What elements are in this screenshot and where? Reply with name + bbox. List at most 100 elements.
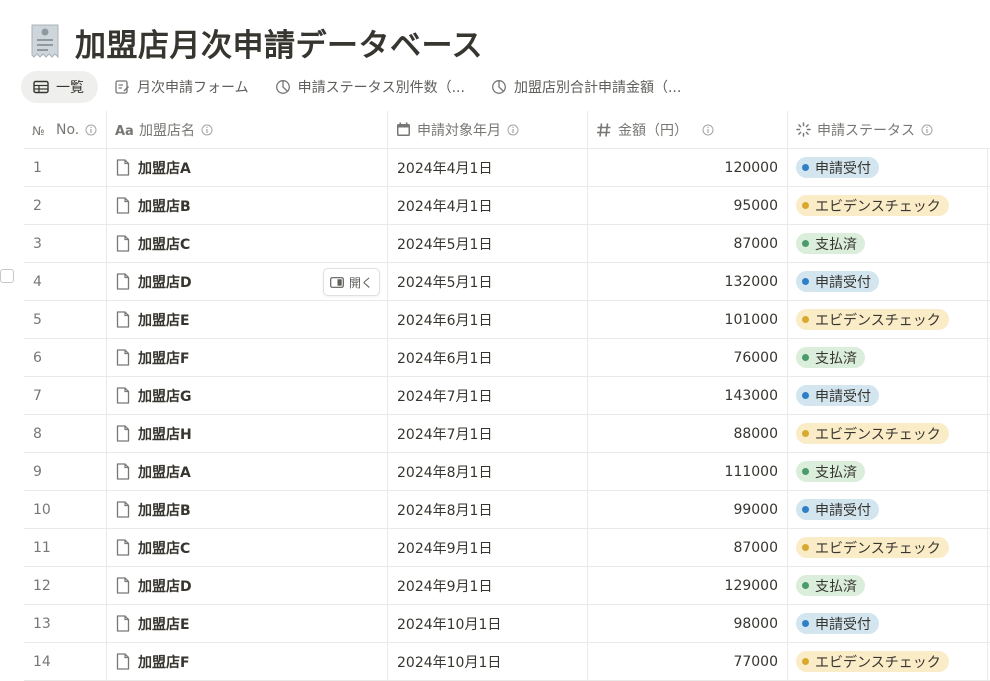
cell-status[interactable]: エビデンスチェック <box>788 643 988 680</box>
status-tag[interactable]: 申請受付 <box>796 499 879 520</box>
status-tag[interactable]: エビデンスチェック <box>796 309 949 330</box>
tab-monthly-form[interactable]: 月次申請フォーム <box>104 71 259 103</box>
cell-month[interactable]: 2024年9月1日 <box>388 529 588 566</box>
cell-status[interactable]: エビデンスチェック <box>788 529 988 566</box>
name-link[interactable]: 加盟店C <box>116 538 190 558</box>
name-link[interactable]: 加盟店A <box>116 158 191 178</box>
info-icon[interactable] <box>702 124 714 136</box>
status-tag[interactable]: エビデンスチェック <box>796 195 949 216</box>
cell-name[interactable]: 加盟店B <box>107 491 388 528</box>
status-tag[interactable]: エビデンスチェック <box>796 537 949 558</box>
cell-amount[interactable]: 129000 <box>588 567 788 604</box>
table-row[interactable]: 3 加盟店C 2024年5月1日 87000 支払済 <box>24 225 990 263</box>
status-tag[interactable]: 申請受付 <box>796 271 879 292</box>
status-tag[interactable]: 支払済 <box>796 575 865 596</box>
cell-no[interactable]: 11 <box>24 529 107 566</box>
table-row[interactable]: 4 加盟店D 開く 2024年5月1日 132000 申請受付 <box>24 263 990 301</box>
table-row[interactable]: 1 加盟店A 2024年4月1日 120000 申請受付 <box>24 149 990 187</box>
info-icon[interactable] <box>921 124 933 136</box>
name-link[interactable]: 加盟店D <box>116 576 192 596</box>
cell-amount[interactable]: 98000 <box>588 605 788 642</box>
cell-no[interactable]: 4 <box>24 263 107 300</box>
cell-status[interactable]: エビデンスチェック <box>788 187 988 224</box>
cell-month[interactable]: 2024年9月1日 <box>388 567 588 604</box>
status-tag[interactable]: 申請受付 <box>796 157 879 178</box>
cell-name[interactable]: 加盟店E <box>107 301 388 338</box>
column-header-status[interactable]: 申請ステータス <box>788 111 988 148</box>
table-row[interactable]: 6 加盟店F 2024年6月1日 76000 支払済 <box>24 339 990 377</box>
cell-status[interactable]: エビデンスチェック <box>788 301 988 338</box>
cell-month[interactable]: 2024年8月1日 <box>388 453 588 490</box>
name-link[interactable]: 加盟店E <box>116 614 190 634</box>
cell-name[interactable]: 加盟店D <box>107 567 388 604</box>
status-tag[interactable]: エビデンスチェック <box>796 651 949 672</box>
table-row[interactable]: 11 加盟店C 2024年9月1日 87000 エビデンスチェック <box>24 529 990 567</box>
cell-name[interactable]: 加盟店A <box>107 149 388 186</box>
tab-amount-by-store-chart[interactable]: 加盟店別合計申請金額（... <box>481 71 691 103</box>
cell-amount[interactable]: 95000 <box>588 187 788 224</box>
column-header-amount[interactable]: 金額（円） <box>588 111 788 148</box>
cell-no[interactable]: 12 <box>24 567 107 604</box>
column-header-no[interactable]: № No. <box>24 111 107 148</box>
cell-status[interactable]: 申請受付 <box>788 377 988 414</box>
cell-amount[interactable]: 111000 <box>588 453 788 490</box>
cell-month[interactable]: 2024年4月1日 <box>388 187 588 224</box>
table-row[interactable]: 9 加盟店A 2024年8月1日 111000 支払済 <box>24 453 990 491</box>
status-tag[interactable]: 支払済 <box>796 461 865 482</box>
cell-no[interactable]: 13 <box>24 605 107 642</box>
cell-name[interactable]: 加盟店A <box>107 453 388 490</box>
cell-name[interactable]: 加盟店C <box>107 225 388 262</box>
name-link[interactable]: 加盟店F <box>116 348 190 368</box>
table-row[interactable]: 7 加盟店G 2024年7月1日 143000 申請受付 <box>24 377 990 415</box>
info-icon[interactable] <box>507 124 519 136</box>
table-row[interactable]: 10 加盟店B 2024年8月1日 99000 申請受付 <box>24 491 990 529</box>
receipt-page-icon[interactable] <box>28 23 62 61</box>
cell-name[interactable]: 加盟店F <box>107 339 388 376</box>
name-link[interactable]: 加盟店F <box>116 652 190 672</box>
cell-status[interactable]: 申請受付 <box>788 491 988 528</box>
cell-amount[interactable]: 101000 <box>588 301 788 338</box>
cell-month[interactable]: 2024年7月1日 <box>388 377 588 414</box>
cell-no[interactable]: 1 <box>24 149 107 186</box>
cell-name[interactable]: 加盟店D 開く <box>107 263 388 300</box>
cell-amount[interactable]: 132000 <box>588 263 788 300</box>
cell-month[interactable]: 2024年4月1日 <box>388 149 588 186</box>
name-link[interactable]: 加盟店D <box>116 272 192 292</box>
cell-month[interactable]: 2024年7月1日 <box>388 415 588 452</box>
cell-status[interactable]: 支払済 <box>788 225 988 262</box>
info-icon[interactable] <box>85 124 97 136</box>
status-tag[interactable]: 申請受付 <box>796 385 879 406</box>
cell-month[interactable]: 2024年6月1日 <box>388 339 588 376</box>
info-icon[interactable] <box>201 124 213 136</box>
cell-no[interactable]: 5 <box>24 301 107 338</box>
row-select-checkbox[interactable] <box>0 269 14 283</box>
tab-list-view[interactable]: 一覧 <box>21 71 98 103</box>
name-link[interactable]: 加盟店C <box>116 234 190 254</box>
cell-status[interactable]: エビデンスチェック <box>788 415 988 452</box>
cell-month[interactable]: 2024年10月1日 <box>388 643 588 680</box>
cell-status[interactable]: 支払済 <box>788 339 988 376</box>
cell-name[interactable]: 加盟店B <box>107 187 388 224</box>
cell-name[interactable]: 加盟店C <box>107 529 388 566</box>
cell-amount[interactable]: 87000 <box>588 225 788 262</box>
cell-amount[interactable]: 88000 <box>588 415 788 452</box>
cell-amount[interactable]: 76000 <box>588 339 788 376</box>
table-row[interactable]: 8 加盟店H 2024年7月1日 88000 エビデンスチェック <box>24 415 990 453</box>
name-link[interactable]: 加盟店A <box>116 462 191 482</box>
cell-status[interactable]: 支払済 <box>788 453 988 490</box>
name-link[interactable]: 加盟店B <box>116 196 191 216</box>
cell-name[interactable]: 加盟店G <box>107 377 388 414</box>
cell-month[interactable]: 2024年5月1日 <box>388 225 588 262</box>
cell-no[interactable]: 8 <box>24 415 107 452</box>
cell-no[interactable]: 14 <box>24 643 107 680</box>
status-tag[interactable]: 申請受付 <box>796 613 879 634</box>
status-tag[interactable]: 支払済 <box>796 233 865 254</box>
cell-amount[interactable]: 77000 <box>588 643 788 680</box>
cell-no[interactable]: 7 <box>24 377 107 414</box>
status-tag[interactable]: エビデンスチェック <box>796 423 949 444</box>
cell-no[interactable]: 2 <box>24 187 107 224</box>
cell-status[interactable]: 申請受付 <box>788 263 988 300</box>
name-link[interactable]: 加盟店E <box>116 310 190 330</box>
cell-month[interactable]: 2024年10月1日 <box>388 605 588 642</box>
cell-amount[interactable]: 99000 <box>588 491 788 528</box>
